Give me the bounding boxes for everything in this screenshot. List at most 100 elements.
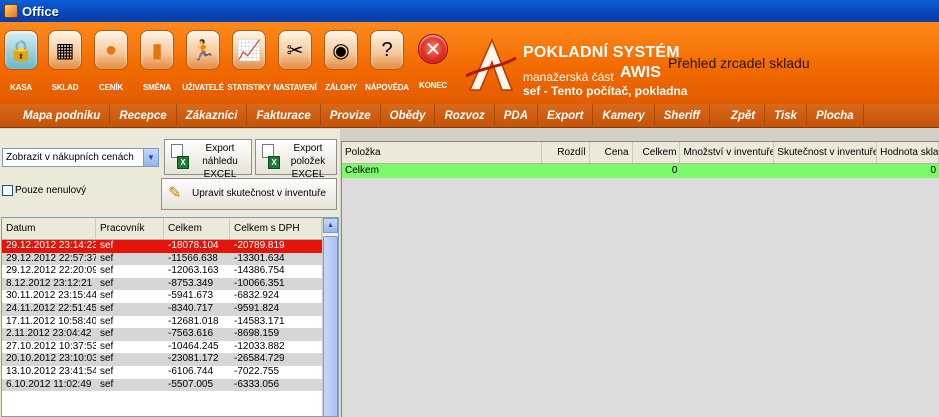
menu-item-2[interactable]: Zákazníci: [177, 103, 248, 128]
toolbar-button-konec[interactable]: ✕ KONEC: [410, 22, 456, 104]
warehouse-box-icon: ▦: [48, 30, 82, 70]
menu-item-1[interactable]: Recepce: [110, 103, 177, 128]
column-header-worker[interactable]: Pracovník: [96, 218, 164, 239]
menu-item-0[interactable]: Mapa podniku: [14, 103, 111, 128]
toolbar-button-sklad[interactable]: ▦ SKLAD: [42, 22, 88, 104]
menu-item-10[interactable]: Sheriff: [655, 103, 710, 128]
table-row[interactable]: 8.12.2012 23:12:21 sef -8753.349 -10066.351: [2, 277, 338, 291]
column-header-date[interactable]: Datum: [2, 218, 96, 239]
export-items-label: Export položek EXCEL: [290, 143, 326, 180]
column-header-difference[interactable]: Rozdíl: [542, 142, 590, 163]
toolbar-button-smena[interactable]: ▮ SMĚNA: [134, 22, 180, 104]
window-titlebar[interactable]: Office: [0, 0, 939, 22]
menu-item-7[interactable]: PDA: [495, 103, 538, 128]
column-header-price[interactable]: Cena: [590, 142, 633, 163]
table-cell: -12033.882: [234, 340, 285, 352]
table-cell: -5507.005: [168, 378, 214, 390]
total-row-inventory-quantity: [680, 164, 774, 178]
backup-disc-icon: ◉: [324, 30, 358, 70]
brand-title: POKLADNÍ SYSTÉM: [523, 44, 680, 61]
total-row[interactable]: Celkem 0 0: [342, 164, 939, 178]
toolbar-button-cenik[interactable]: ● CENÍK: [88, 22, 134, 104]
table-row[interactable]: 29.12.2012 22:57:37 sef -11566.638 -13301.6…: [2, 252, 338, 266]
price-list-icon: ●: [94, 30, 128, 70]
scrollbar-thumb[interactable]: [323, 236, 338, 416]
table-row[interactable]: 29.12.2012 23:14:23 sef -18078.104 -20789.8…: [2, 240, 338, 253]
table-cell: 29.12.2012 23:14:23: [6, 240, 96, 251]
table-row[interactable]: 27.10.2012 10:37:53 sef -10464.245 -12033.8…: [2, 340, 338, 354]
menu-item-11[interactable]: Zpět: [722, 103, 766, 128]
column-header-inventory-quantity[interactable]: Množství v inventuře: [680, 142, 775, 163]
export-items-excel-button[interactable]: X Export položek EXCEL: [255, 139, 337, 180]
menu-item-13[interactable]: Plocha: [807, 103, 864, 128]
table-cell: 20.10.2012 23:10:03: [6, 353, 96, 365]
menu-item-9[interactable]: Kamery: [593, 103, 655, 128]
table-row[interactable]: 6.10.2012 11:02:49 sef -5507.005 -6333.056: [2, 378, 338, 392]
toolbar-label-zalohy: ZÁLOHY: [325, 83, 357, 92]
table-cell: sef: [100, 240, 114, 251]
edit-inventory-button[interactable]: ✎ Upravit skutečnost v inventuře: [161, 178, 337, 210]
table-cell: sef: [100, 328, 114, 340]
table-cell: sef: [100, 315, 114, 327]
exit-icon: ✕: [418, 34, 448, 64]
table-cell: 30.11.2012 23:15:44: [6, 290, 96, 302]
column-header-stock-value[interactable]: Hodnota skladu: [877, 142, 939, 163]
mirror-list-table[interactable]: Datum Pracovník Celkem Celkem s DPH 29.1…: [1, 217, 339, 417]
column-header-total[interactable]: Celkem: [633, 142, 681, 163]
table-cell: sef: [100, 302, 114, 314]
nonzero-checkbox[interactable]: Pouze nenulový: [2, 185, 86, 196]
toolbar-button-zalohy[interactable]: ◉ ZÁLOHY: [318, 22, 364, 104]
chevron-down-icon[interactable]: ▼: [143, 149, 158, 166]
toolbar-button-statistiky[interactable]: 📈 STATISTIKY: [226, 22, 272, 104]
total-row-stock-value: 0: [930, 165, 937, 176]
column-header-total[interactable]: Celkem: [164, 218, 230, 239]
total-row-difference: [542, 164, 590, 178]
menu-item-6[interactable]: Rozvoz: [435, 103, 495, 128]
column-header-total-vat[interactable]: Celkem s DPH: [230, 218, 322, 239]
menu-item-8[interactable]: Export: [538, 103, 594, 128]
table-cell: -20789.819: [234, 240, 285, 251]
left-panel: Zobrazit v nákupních cenách ▼ Pouze nenu…: [0, 129, 340, 417]
help-globe-icon: ?: [370, 30, 404, 70]
checkbox-box[interactable]: [2, 185, 13, 196]
total-row-inventory-actual: [774, 164, 877, 178]
export-preview-excel-button[interactable]: X Export náhledu EXCEL: [164, 139, 252, 180]
scroll-up-icon[interactable]: ▲: [323, 218, 338, 233]
table-cell: 29.12.2012 22:20:09: [6, 265, 96, 277]
toolbar-label-napoveda: NÁPOVĚDA: [365, 83, 409, 92]
table-row[interactable]: 24.11.2012 22:51:45 sef -8340.717 -9591.824: [2, 302, 338, 316]
total-row-total: 0: [671, 165, 678, 176]
menu-item-12[interactable]: Tisk: [765, 103, 807, 128]
toolbar-button-uzivatele[interactable]: 🏃 UŽIVATELÉ: [180, 22, 226, 104]
table-cell: 27.10.2012 10:37:53: [6, 340, 96, 352]
table-cell: sef: [100, 340, 114, 352]
statistics-chart-icon: 📈: [232, 30, 266, 70]
table-cell: -13301.634: [234, 252, 285, 264]
column-header-item[interactable]: Položka: [342, 142, 542, 163]
price-mode-select[interactable]: Zobrazit v nákupních cenách ▼: [2, 148, 159, 167]
table-cell: -8698.159: [234, 328, 280, 340]
menu-item-3[interactable]: Fakturace: [247, 103, 321, 128]
table-cell: -11566.638: [168, 252, 218, 264]
menu-item-4[interactable]: Provize: [321, 103, 381, 128]
table-row[interactable]: 17.11.2012 10:58:40 sef -12681.018 -14583.1…: [2, 315, 338, 329]
column-header-inventory-actual[interactable]: Skutečnost v inventuře: [774, 142, 878, 163]
excel-icon: X: [268, 156, 280, 169]
table-cell: -10464.245: [168, 340, 219, 352]
menu-item-5[interactable]: Obědy: [381, 103, 436, 128]
toolbar-button-kasa[interactable]: 🔒 KASA: [0, 22, 42, 104]
table-cell: 8.12.2012 23:12:21: [6, 277, 93, 289]
toolbar-button-nastaveni[interactable]: ✂ NASTAVENÍ: [272, 22, 318, 104]
table-row[interactable]: 20.10.2012 23:10:03 sef -23081.172 -26584.7…: [2, 353, 338, 366]
table-row[interactable]: 2.11.2012 23:04:42 sef -7563.616 -8698.159: [2, 328, 338, 341]
stock-detail-table[interactable]: Položka Rozdíl Cena Celkem Množství v in…: [341, 141, 939, 417]
table-row[interactable]: 30.11.2012 23:15:44 sef -5941.673 -6832.924: [2, 290, 338, 303]
table-cell: -8340.717: [168, 302, 214, 314]
brand-awis: AWIS: [620, 64, 661, 81]
table-row[interactable]: 29.12.2012 22:20:09 sef -12063.163 -14386.7…: [2, 265, 338, 278]
vertical-scrollbar[interactable]: ▲: [322, 218, 338, 416]
table-row[interactable]: 13.10.2012 23:41:54 sef -6106.744 -7022.755: [2, 365, 338, 379]
toolbar-button-napoveda[interactable]: ? NÁPOVĚDA: [364, 22, 410, 104]
toolbar-label-uzivatele: UŽIVATELÉ: [182, 83, 224, 92]
table-cell: -5941.673: [168, 290, 214, 302]
